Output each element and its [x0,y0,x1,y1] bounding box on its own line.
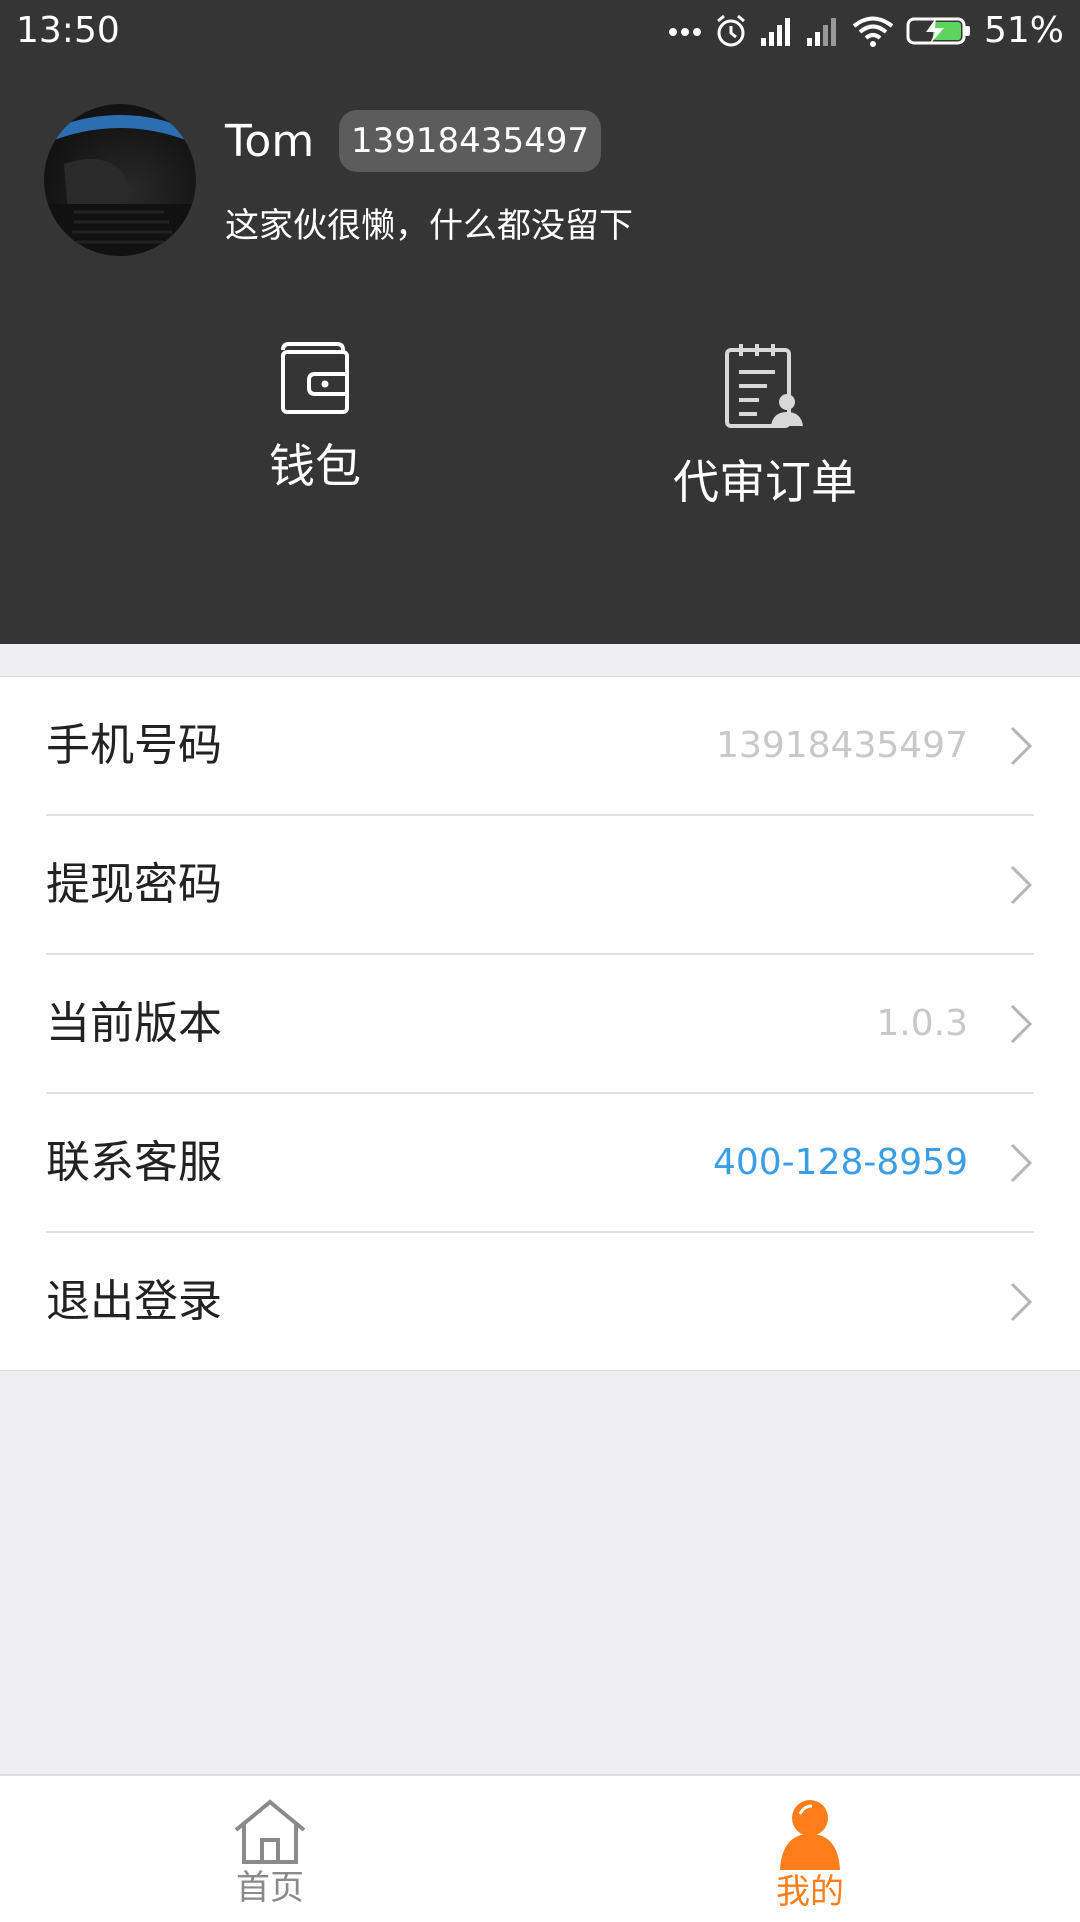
chevron-right-icon [1010,865,1033,904]
signature: 这家伙很懒，什么都没留下 [225,206,633,246]
order-review-icon [725,344,803,428]
wallet-icon [281,342,349,414]
review-orders-label: 代审订单 [673,455,857,509]
settings-menu: 手机号码 13918435497 提现密码 当前版本 1.0.3 联系客服 40… [0,676,1080,1371]
more-dots-icon [668,28,701,36]
tab-mine[interactable]: 我的 [540,1776,1080,1922]
status-time: 13:50 [16,10,120,51]
phone-badge: 13918435497 [339,110,601,172]
menu-item-label: 退出登录 [46,1276,222,1327]
tab-home[interactable]: 首页 [0,1776,540,1922]
customer-service-phone-link[interactable]: 400-128-8959 [713,1094,968,1231]
bottom-tab-bar: 首页 我的 [0,1774,1080,1922]
menu-item-label: 联系客服 [46,1137,222,1188]
menu-item-logout[interactable]: 退出登录 [46,1233,1034,1370]
menu-item-label: 手机号码 [46,720,222,771]
wifi-icon [852,16,894,47]
status-bar: 13:50 51% [0,0,1080,62]
user-icon [780,1800,840,1870]
menu-item-withdraw-password[interactable]: 提现密码 [46,816,1034,955]
menu-item-label: 提现密码 [46,859,222,910]
avatar-image [44,115,196,256]
tab-home-label: 首页 [236,1868,304,1908]
chevron-right-icon [1010,1282,1033,1321]
chevron-right-icon [1010,726,1033,765]
alarm-icon [717,14,745,47]
status-icons: 51% [668,8,1064,54]
avatar[interactable] [44,104,196,256]
battery-level: 51% [983,10,1064,51]
menu-item-value: 13918435497 [716,725,968,766]
menu-item-label: 当前版本 [46,998,222,1049]
username: Tom [225,116,315,167]
review-orders-button[interactable]: 代审订单 [640,340,890,512]
signal-icon [806,18,836,46]
profile-header: 13:50 51% Tom 13918435497 这家伙很懒，什么都没留下 钱… [0,0,1080,644]
chevron-right-icon [1010,1004,1033,1043]
wallet-button[interactable]: 钱包 [240,340,390,496]
menu-item-phone[interactable]: 手机号码 13918435497 [46,677,1034,816]
menu-item-value: 1.0.3 [876,1003,968,1044]
menu-item-customer-service[interactable]: 联系客服 400-128-8959 [46,1094,1034,1233]
wallet-label: 钱包 [269,439,361,493]
tab-mine-label: 我的 [776,1872,844,1912]
menu-item-version[interactable]: 当前版本 1.0.3 [46,955,1034,1094]
chevron-right-icon [1010,1143,1033,1182]
signal-icon [760,18,790,46]
home-icon [234,1799,306,1864]
battery-charging-icon [906,17,970,45]
